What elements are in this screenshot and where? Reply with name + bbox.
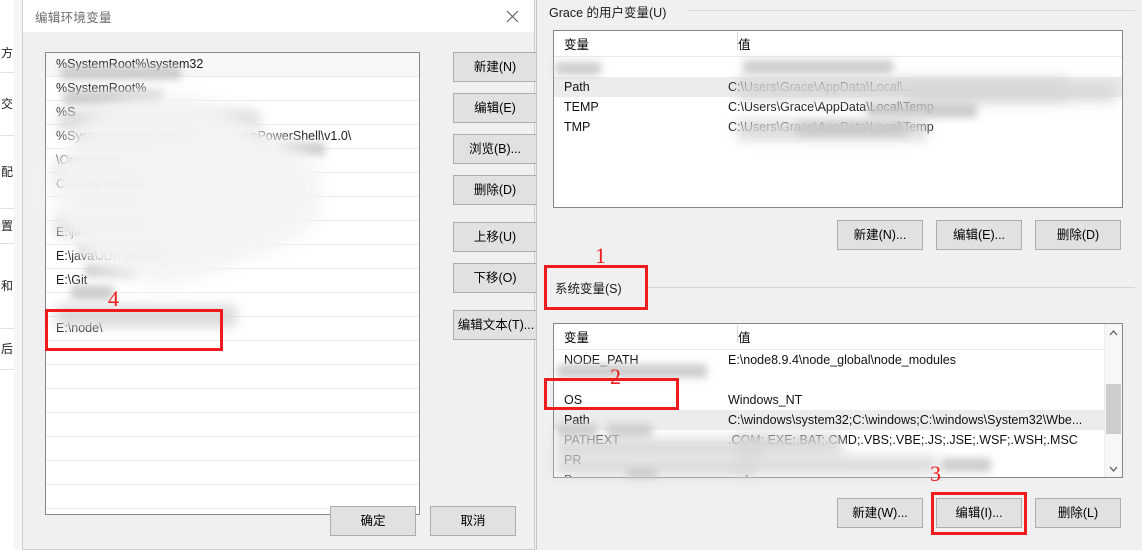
- column-header-value: 值: [738, 331, 751, 345]
- cell-value: ...el: [722, 473, 748, 477]
- list-item[interactable]: E:\java\JDK\jre\bin: [46, 245, 419, 269]
- list-item[interactable]: [46, 293, 419, 317]
- list-item[interactable]: %SystemRoot%: [46, 77, 419, 101]
- path-action-buttons: 新建(N) 编辑(E) 浏览(B)... 删除(D) 上移(U) 下移(O) 编…: [453, 52, 539, 351]
- move-down-button[interactable]: 下移(O): [453, 263, 537, 293]
- user-new-button[interactable]: 新建(N)...: [837, 220, 923, 250]
- table-row[interactable]: TMP C:\Users\Grace\AppData\Local\Temp: [554, 117, 1122, 137]
- table-row[interactable]: OS Windows_NT: [554, 390, 1122, 410]
- system-new-button[interactable]: 新建(W)...: [837, 498, 923, 528]
- table-row[interactable]: PATHEXT .COM;.EXE;.BAT;.CMD;.VBS;.VBE;.J…: [554, 430, 1122, 450]
- cell-variable: P: [554, 473, 722, 477]
- cell-value: C:\Users\Grace\AppData\Local\...: [728, 80, 914, 94]
- table-row[interactable]: [554, 57, 1122, 77]
- system-delete-button[interactable]: 删除(L): [1035, 498, 1121, 528]
- user-edit-button[interactable]: 编辑(E)...: [936, 220, 1022, 250]
- chevron-up-icon[interactable]: [1105, 324, 1122, 341]
- user-delete-button[interactable]: 删除(D): [1035, 220, 1121, 250]
- cell-variable: PATHEXT: [564, 433, 620, 447]
- cell-value: .COM;.EXE;.BAT;.CMD;.VBS;.VBE;.JS;.JSE;.…: [728, 433, 1078, 447]
- list-item[interactable]: %SystemRoot%\system32: [46, 53, 419, 77]
- table-row-path[interactable]: Path C:\windows\system32;C:\windows;C:\w…: [554, 410, 1122, 430]
- system-edit-button[interactable]: 编辑(I)...: [936, 498, 1022, 528]
- column-header-variable: 变量: [564, 331, 590, 345]
- edit-text-button[interactable]: 编辑文本(T)...: [453, 310, 539, 340]
- close-icon[interactable]: [490, 0, 534, 32]
- edit-environment-variable-dialog: 编辑环境变量 %SystemRoot%\system32 %SystemRoot…: [22, 0, 539, 550]
- environment-variables-panel: Grace 的用户变量(U) 变量 值 Path C:\Users\Grace\…: [536, 0, 1142, 550]
- cell-variable: Path: [564, 413, 590, 427]
- list-item[interactable]: E:\Git: [46, 269, 419, 293]
- table-header: 变量 值: [554, 324, 1122, 350]
- cell-variable: OS: [564, 393, 583, 407]
- cell-variable: Path: [564, 80, 590, 94]
- list-item[interactable]: C:\Program\chocolatey\bin: [46, 173, 419, 197]
- browse-button[interactable]: 浏览(B)...: [453, 134, 537, 164]
- list-item[interactable]: \OpenSSH\: [46, 149, 419, 173]
- cell-value: C:\windows\system32;C:\windows;C:\window…: [728, 413, 1083, 427]
- path-entry-list[interactable]: %SystemRoot%\system32 %SystemRoot% %S %S…: [45, 52, 420, 515]
- user-variables-table[interactable]: 变量 值 Path C:\Users\Grace\AppData\Local\.…: [553, 30, 1123, 208]
- move-up-button[interactable]: 上移(U): [453, 222, 537, 252]
- list-item[interactable]: E:\java: [46, 221, 419, 245]
- annotation-number-1: 1: [595, 243, 606, 268]
- delete-button[interactable]: 删除(D): [453, 175, 537, 205]
- system-variables-group-label: 系统变量(S): [551, 278, 626, 297]
- user-variables-group-label: Grace 的用户变量(U): [545, 2, 671, 21]
- list-item-node-path[interactable]: E:\node\: [46, 317, 419, 341]
- table-row[interactable]: TEMP C:\Users\Grace\AppData\Local\Temp: [554, 97, 1122, 117]
- dialog-footer: 确定 取消: [23, 506, 534, 536]
- table-row[interactable]: Path C:\Users\Grace\AppData\Local\...: [554, 77, 1122, 97]
- cancel-button[interactable]: 取消: [430, 506, 516, 536]
- column-header-value: 值: [738, 38, 751, 52]
- background-window-row: 和: [0, 244, 14, 329]
- list-item[interactable]: [46, 341, 419, 365]
- background-window-row: 方: [0, 34, 14, 73]
- cell-variable: PR: [564, 453, 582, 467]
- list-item[interactable]: %SystemRoot%\system32\WindowsPowerShell\…: [46, 125, 419, 149]
- new-button[interactable]: 新建(N): [453, 52, 537, 82]
- table-row[interactable]: P ...el: [554, 470, 1122, 477]
- scrollbar-thumb[interactable]: [1106, 384, 1121, 434]
- cell-variable: TMP: [564, 120, 591, 134]
- list-item[interactable]: [46, 389, 419, 413]
- cell-value: Windows_NT: [728, 393, 803, 407]
- dialog-body: %SystemRoot%\system32 %SystemRoot% %S %S…: [23, 32, 539, 549]
- table-row[interactable]: PR: [554, 450, 1122, 470]
- table-row[interactable]: [554, 370, 1122, 390]
- system-variables-scrollbar[interactable]: [1104, 324, 1122, 477]
- cell-value: C:\Users\Grace\AppData\Local\Temp: [728, 100, 934, 114]
- table-header: 变量 值: [554, 31, 1122, 57]
- table-row[interactable]: NODE_PATH E:\node8.9.4\node_global\node_…: [554, 350, 1122, 370]
- cell-value: C:\Users\Grace\AppData\Local\Temp: [728, 120, 934, 134]
- background-window-row: 后: [0, 329, 14, 370]
- system-variables-buttons: 新建(W)... 编辑(I)... 删除(L): [837, 498, 1121, 528]
- chevron-down-icon[interactable]: [1105, 460, 1122, 477]
- edit-button[interactable]: 编辑(E): [453, 93, 537, 123]
- list-item[interactable]: [46, 437, 419, 461]
- system-variables-table[interactable]: 变量 值 NODE_PATH E:\node8.9.4\node_global\…: [553, 323, 1123, 478]
- list-item[interactable]: [46, 461, 419, 485]
- ok-button[interactable]: 确定: [330, 506, 416, 536]
- list-item[interactable]: [46, 413, 419, 437]
- user-variables-buttons: 新建(N)... 编辑(E)... 删除(D): [837, 220, 1121, 250]
- column-splitter[interactable]: [737, 325, 738, 343]
- dialog-title-bar: 编辑环境变量: [23, 0, 534, 33]
- background-window-row: 配: [0, 136, 14, 209]
- column-header-variable: 变量: [564, 38, 590, 52]
- column-splitter[interactable]: [737, 32, 738, 50]
- background-window: 方 交 配 置 和 后: [0, 0, 15, 550]
- list-item[interactable]: [46, 197, 419, 221]
- list-item[interactable]: [46, 365, 419, 389]
- cell-value: E:\node8.9.4\node_global\node_modules: [728, 353, 956, 367]
- page-title: 编辑环境变量: [35, 10, 112, 25]
- cell-variable: TEMP: [564, 100, 599, 114]
- background-window-row: 置: [0, 209, 14, 244]
- cell-variable: NODE_PATH: [564, 353, 639, 367]
- background-window-row: 交: [0, 73, 14, 136]
- list-item[interactable]: %S: [46, 101, 419, 125]
